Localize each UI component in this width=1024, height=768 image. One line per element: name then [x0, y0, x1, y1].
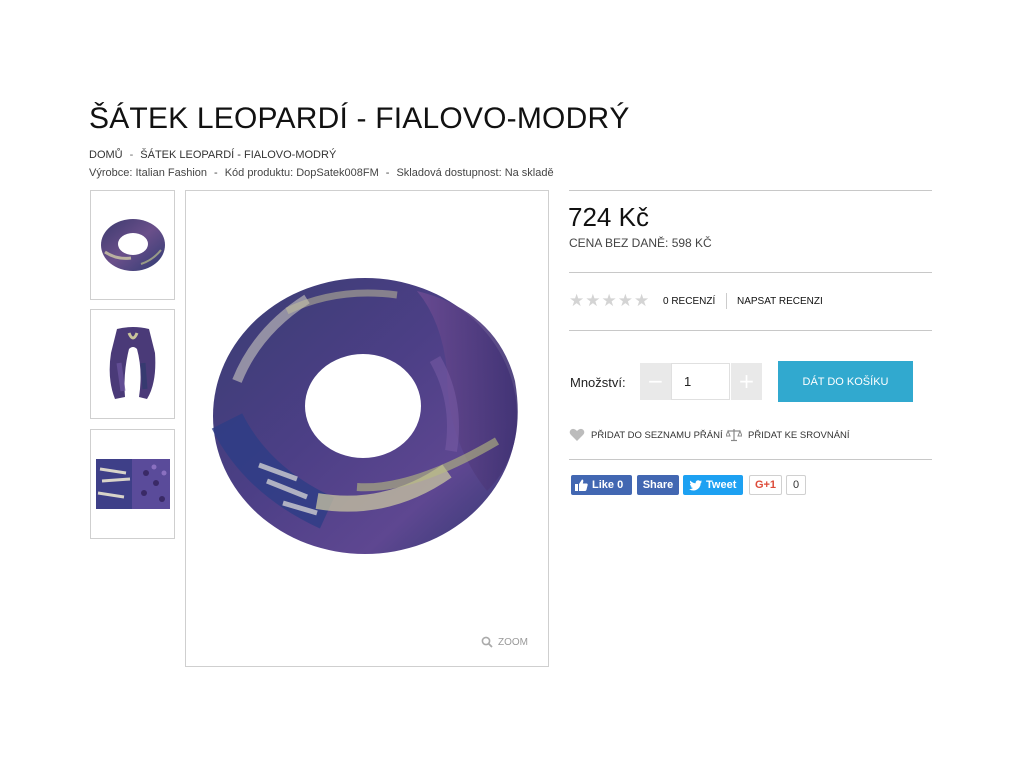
quantity-label: Množství: — [570, 375, 626, 390]
scales-icon — [726, 429, 742, 442]
reviews-count[interactable]: 0 RECENZÍ — [663, 296, 715, 307]
tweet-label: Tweet — [706, 479, 737, 491]
facebook-like-button[interactable]: Like 0 — [571, 475, 632, 495]
thumbnail-1[interactable] — [90, 190, 175, 300]
price: 724 Kč — [568, 202, 649, 232]
zoom-label: ZOOM — [498, 636, 528, 648]
breadcrumb-home[interactable]: DOMŮ — [89, 149, 123, 161]
compare-label: PŘIDAT KE SROVNÁNÍ — [748, 429, 850, 441]
breadcrumb-separator: - — [129, 149, 134, 161]
breadcrumb-current: ŠÁTEK LEOPARDÍ - FIALOVO-MODRÝ — [140, 149, 337, 161]
add-to-compare-link[interactable]: PŘIDAT KE SROVNÁNÍ — [726, 428, 850, 442]
twitter-bird-icon — [689, 479, 702, 490]
google-plus-count: 0 — [786, 475, 806, 495]
star-icon: ★ — [601, 291, 617, 311]
quantity-input[interactable] — [671, 363, 730, 400]
heart-icon — [569, 428, 585, 441]
meta-separator: - — [214, 167, 218, 179]
meta-separator: - — [385, 167, 390, 179]
scarf-draped-image — [109, 327, 155, 399]
quantity-decrease-button[interactable]: − — [640, 363, 671, 400]
add-to-wishlist-link[interactable]: PŘIDAT DO SEZNAMU PŘÁNÍ — [569, 428, 723, 442]
thumbnail-3[interactable] — [90, 429, 175, 539]
breadcrumb: DOMŮ - ŠÁTEK LEOPARDÍ - FIALOVO-MODRÝ — [89, 149, 336, 161]
scarf-flat-image — [95, 459, 170, 509]
google-plus-button[interactable]: G+1 — [749, 475, 782, 495]
manufacturer: Výrobce: Italian Fashion — [89, 167, 208, 179]
page-title: ŠÁTEK LEOPARDÍ - FIALOVO-MODRÝ — [89, 102, 630, 135]
add-to-cart-button[interactable]: DÁT DO KOŠÍKU — [778, 361, 913, 402]
star-icon: ★ — [634, 291, 650, 311]
divider — [569, 190, 932, 191]
quantity-increase-button[interactable]: + — [731, 363, 762, 400]
price-without-vat: CENA BEZ DANĚ: 598 KČ — [569, 236, 712, 250]
divider — [569, 330, 932, 331]
main-product-image[interactable]: ZOOM — [185, 190, 549, 667]
divider — [569, 272, 932, 273]
zoom-button[interactable]: ZOOM — [481, 636, 528, 648]
star-icon: ★ — [585, 291, 601, 311]
thumbs-up-icon — [575, 479, 588, 491]
star-icon: ★ — [617, 291, 633, 311]
tweet-button[interactable]: Tweet — [683, 475, 743, 495]
stock-availability: Skladová dostupnost: Na skladě — [396, 167, 554, 179]
thumbnail-2[interactable] — [90, 309, 175, 419]
scarf-ring-image — [100, 219, 165, 271]
divider — [726, 293, 727, 309]
scarf-image — [211, 278, 518, 554]
star-icon: ★ — [569, 291, 585, 311]
product-code: Kód produktu: DopSatek008FM — [224, 167, 379, 179]
wishlist-label: PŘIDAT DO SEZNAMU PŘÁNÍ — [591, 429, 723, 441]
magnifier-icon — [481, 636, 493, 648]
facebook-like-label: Like 0 — [592, 479, 624, 491]
product-meta: Výrobce: Italian Fashion - Kód produktu: D… — [89, 167, 554, 179]
write-review-link[interactable]: NAPSAT RECENZI — [737, 296, 823, 307]
facebook-share-button[interactable]: Share — [637, 475, 679, 495]
divider — [569, 459, 932, 460]
rating-stars: ★ ★ ★ ★ ★ — [569, 292, 649, 310]
